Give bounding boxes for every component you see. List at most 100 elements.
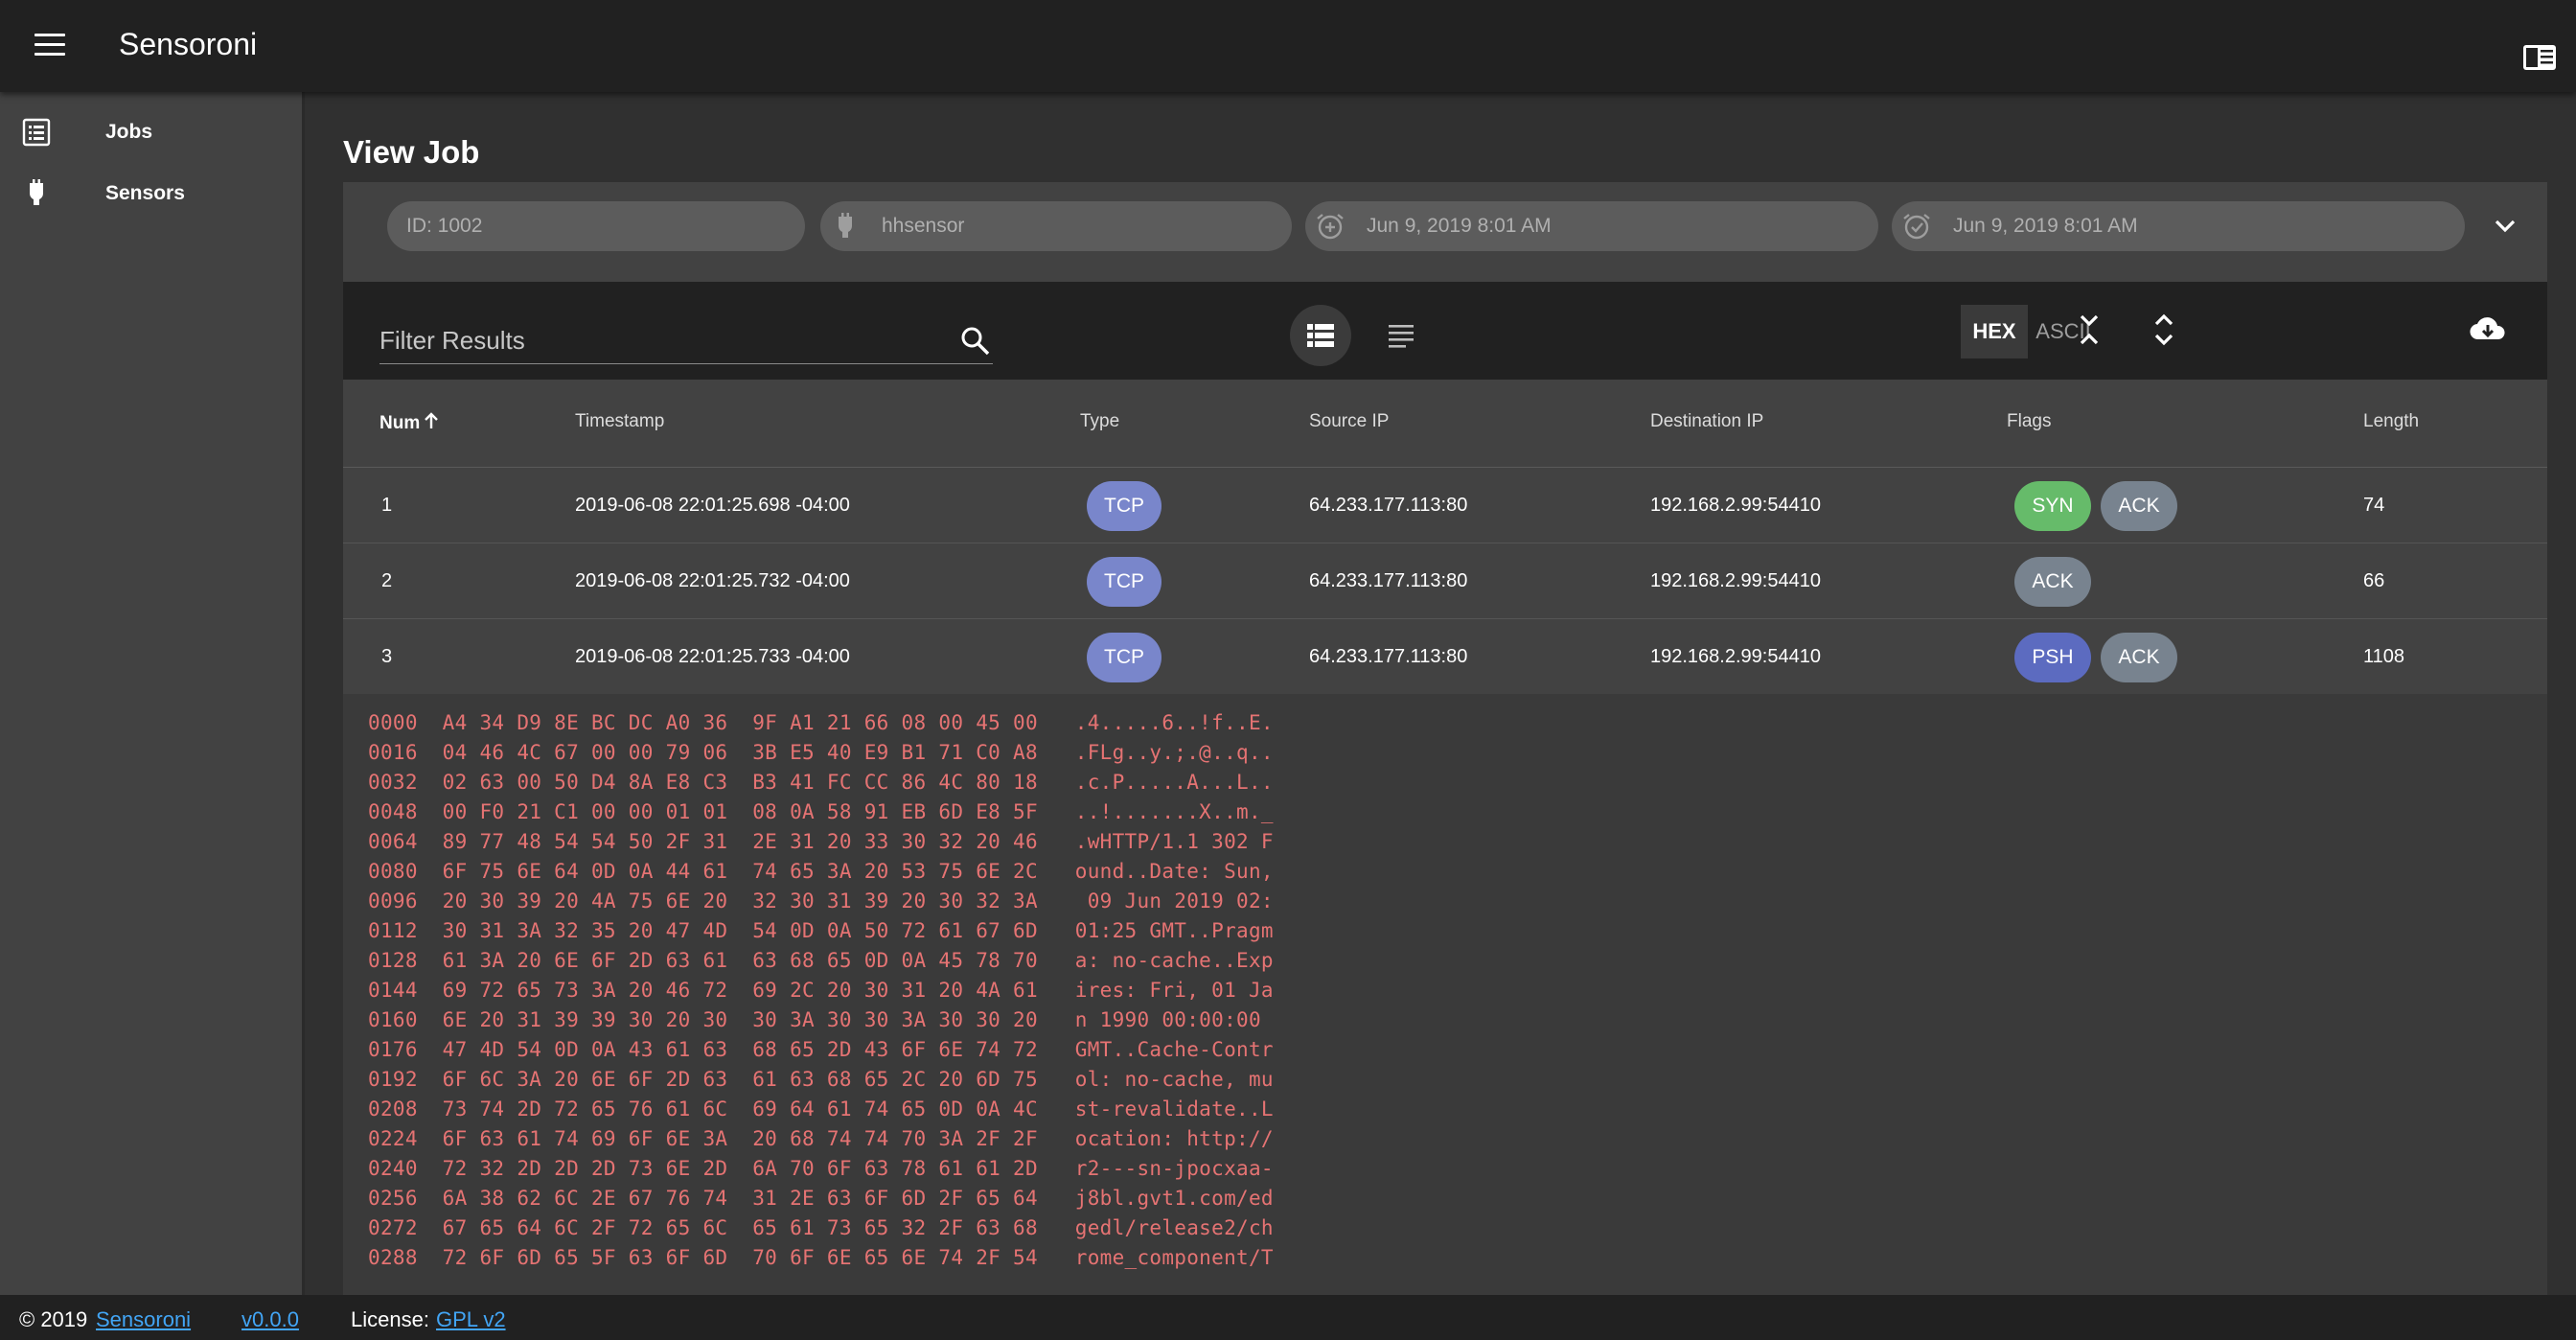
hex-line: 0288 72 6F 6D 65 5F 63 6F 6D 70 6F 6E 65… — [368, 1246, 1274, 1269]
hex-line: 0176 47 4D 54 0D 0A 43 61 63 68 65 2D 43… — [368, 1038, 1274, 1061]
cell-timestamp: 2019-06-08 22:01:25.733 -04:00 — [575, 646, 850, 667]
hex-line: 0064 89 77 48 54 54 50 2F 31 2E 31 20 33… — [368, 830, 1274, 853]
app-bar: Sensoroni — [0, 0, 2576, 92]
results-toolbar: HEX ASCII — [343, 282, 2547, 380]
hex-line: 0224 6F 63 61 74 69 6F 6E 3A 20 68 74 74… — [368, 1127, 1274, 1150]
column-flags[interactable]: Flags — [2007, 411, 2051, 432]
cell-length: 74 — [2363, 495, 2385, 516]
cell-timestamp: 2019-06-08 22:01:25.732 -04:00 — [575, 570, 850, 591]
text-lines-icon — [1389, 325, 1414, 348]
hex-line: 0256 6A 38 62 6C 2E 67 76 74 31 2E 63 6F… — [368, 1187, 1274, 1210]
filter-box — [380, 320, 993, 364]
table-list-icon — [1307, 324, 1334, 347]
hex-line: 0032 02 63 00 50 D4 8A E8 C3 B3 41 FC CC… — [368, 771, 1274, 794]
sidebar-item-sensors[interactable]: Sensors — [0, 163, 302, 224]
collapse-all-icon[interactable] — [2070, 311, 2108, 349]
job-id-value: ID: 1002 — [406, 215, 483, 237]
table-row[interactable]: 3 2019-06-08 22:01:25.733 -04:00 TCP 64.… — [343, 619, 2547, 695]
main-content: View Job ID: 1002 hhsensor Jun 9, 2019 8… — [305, 92, 2576, 1295]
end-time-value: Jun 9, 2019 8:01 AM — [1953, 215, 2138, 237]
flag-chip-psh: PSH — [2014, 633, 2091, 682]
table-header: Num Timestamp Type Source IP Destination… — [343, 380, 2547, 468]
cell-destination-ip: 192.168.2.99:54410 — [1650, 646, 1821, 667]
sensor-value: hhsensor — [882, 215, 965, 237]
hex-line: 0128 61 3A 20 6E 6F 2D 63 61 63 68 65 0D… — [368, 949, 1274, 972]
cell-num: 3 — [381, 646, 393, 667]
type-chip: TCP — [1087, 557, 1162, 607]
page-title: View Job — [343, 134, 480, 170]
column-num-label: Num — [380, 413, 421, 433]
arrow-up-icon — [425, 412, 439, 428]
cell-num: 1 — [381, 495, 393, 516]
sensor-icon — [30, 179, 43, 205]
sensor-icon — [839, 213, 852, 238]
hex-format-button[interactable]: HEX — [1961, 305, 2028, 358]
alarm-add-icon — [1317, 214, 1344, 240]
hex-line: 0096 20 30 39 20 4A 75 6E 20 32 30 31 39… — [368, 889, 1274, 913]
cell-timestamp: 2019-06-08 22:01:25.698 -04:00 — [575, 495, 850, 516]
expand-all-icon[interactable] — [2145, 311, 2183, 349]
menu-icon[interactable] — [34, 34, 65, 58]
license-label: License: — [351, 1307, 429, 1331]
start-time-field[interactable]: Jun 9, 2019 8:01 AM — [1305, 201, 1878, 251]
sidebar-item-jobs[interactable]: Jobs — [0, 102, 302, 163]
sensoroni-link[interactable]: Sensoroni — [96, 1307, 191, 1332]
hex-line: 0112 30 31 3A 32 35 20 47 4D 54 0D 0A 50… — [368, 919, 1274, 942]
cell-source-ip: 64.233.177.113:80 — [1309, 570, 1468, 591]
hex-line: 0192 6F 6C 3A 20 6E 6F 2D 63 61 63 68 65… — [368, 1068, 1274, 1091]
type-chip: TCP — [1087, 633, 1162, 682]
hex-line: 0080 6F 75 6E 64 0D 0A 44 61 74 65 3A 20… — [368, 860, 1274, 883]
search-icon[interactable] — [958, 324, 993, 358]
app-title: Sensoroni — [119, 27, 258, 61]
hex-line: 0000 A4 34 D9 8E BC DC A0 36 9F A1 21 66… — [368, 711, 1274, 734]
packet-table: Num Timestamp Type Source IP Destination… — [343, 380, 2547, 695]
alarm-check-icon — [1903, 214, 1930, 240]
type-chip: TCP — [1087, 481, 1162, 531]
footer: © 2019 Sensoroni v0.0.0 License: GPL v2 — [0, 1295, 2576, 1340]
cloud-download-icon[interactable] — [2469, 311, 2507, 349]
column-timestamp[interactable]: Timestamp — [575, 411, 664, 432]
cell-length: 1108 — [2363, 646, 2405, 667]
column-num[interactable]: Num — [380, 411, 441, 434]
hex-line: 0240 72 32 2D 2D 2D 73 6E 2D 6A 70 6F 63… — [368, 1157, 1274, 1180]
flag-chip-syn: SYN — [2014, 481, 2091, 531]
side-panel-icon[interactable] — [2522, 44, 2557, 71]
end-time-field[interactable]: Jun 9, 2019 8:01 AM — [1892, 201, 2465, 251]
cell-length: 66 — [2363, 570, 2385, 591]
license-link[interactable]: GPL v2 — [436, 1307, 506, 1332]
packet-hex-dump: 0000 A4 34 D9 8E BC DC A0 36 9F A1 21 66… — [343, 694, 2547, 1295]
sidebar: Jobs Sensors — [0, 92, 305, 1295]
job-id-field[interactable]: ID: 1002 — [387, 201, 805, 251]
sidebar-item-label: Sensors — [105, 182, 185, 204]
cell-source-ip: 64.233.177.113:80 — [1309, 495, 1468, 516]
column-destination-ip[interactable]: Destination IP — [1650, 411, 1763, 432]
hex-line: 0208 73 74 2D 72 65 76 61 6C 69 64 61 74… — [368, 1097, 1274, 1121]
table-row[interactable]: 2 2019-06-08 22:01:25.732 -04:00 TCP 64.… — [343, 543, 2547, 619]
sensor-field[interactable]: hhsensor — [820, 201, 1292, 251]
hex-line: 0144 69 72 65 73 3A 20 46 72 69 2C 20 30… — [368, 979, 1274, 1002]
cell-num: 2 — [381, 570, 393, 591]
start-time-value: Jun 9, 2019 8:01 AM — [1367, 215, 1552, 237]
cell-destination-ip: 192.168.2.99:54410 — [1650, 570, 1821, 591]
hex-line: 0160 6E 20 31 39 39 30 20 30 30 3A 30 30… — [368, 1008, 1274, 1031]
text-view-button[interactable] — [1370, 305, 1432, 366]
hex-line: 0272 67 65 64 6C 2F 72 65 6C 65 61 73 65… — [368, 1216, 1274, 1239]
filter-input[interactable] — [380, 320, 935, 360]
column-type[interactable]: Type — [1080, 411, 1119, 432]
cell-source-ip: 64.233.177.113:80 — [1309, 646, 1468, 667]
table-row[interactable]: 1 2019-06-08 22:01:25.698 -04:00 TCP 64.… — [343, 468, 2547, 543]
list-icon — [22, 118, 51, 147]
chevron-down-icon[interactable] — [2490, 211, 2520, 242]
flag-chip-ack: ACK — [2014, 557, 2091, 607]
flag-chip-ack: ACK — [2101, 481, 2177, 531]
table-view-button[interactable] — [1290, 305, 1351, 366]
sidebar-item-label: Jobs — [105, 121, 153, 143]
flag-chip-ack: ACK — [2101, 633, 2177, 682]
cell-destination-ip: 192.168.2.99:54410 — [1650, 495, 1821, 516]
hex-line: 0048 00 F0 21 C1 00 00 01 01 08 0A 58 91… — [368, 800, 1274, 823]
column-length[interactable]: Length — [2363, 411, 2419, 432]
column-source-ip[interactable]: Source IP — [1309, 411, 1389, 432]
hex-line: 0016 04 46 4C 67 00 00 79 06 3B E5 40 E9… — [368, 741, 1274, 764]
version-link[interactable]: v0.0.0 — [242, 1307, 299, 1332]
copyright-text: © 2019 — [19, 1307, 88, 1331]
